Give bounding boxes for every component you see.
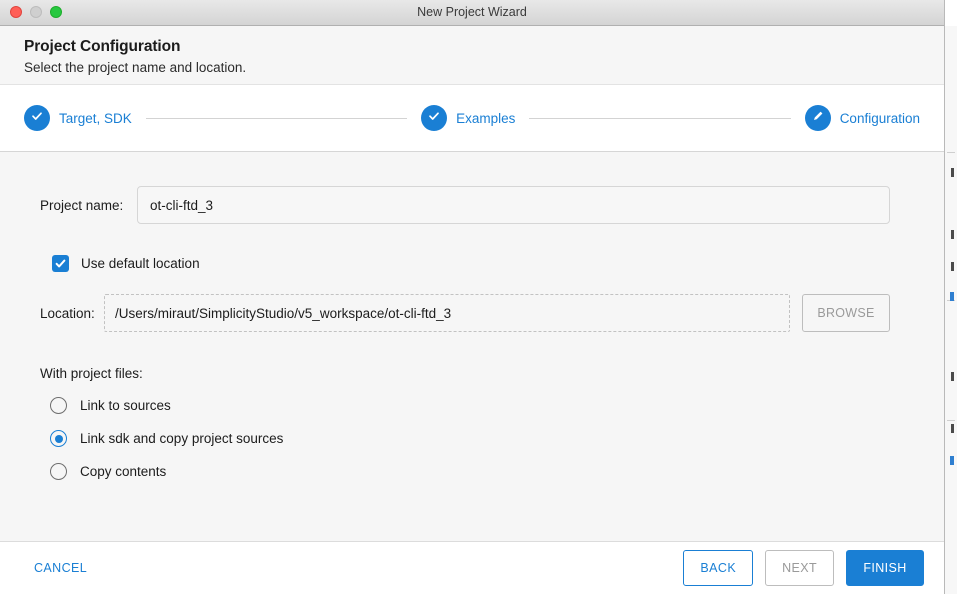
background-line xyxy=(947,420,955,421)
radio-indicator[interactable] xyxy=(50,397,67,414)
step-configuration[interactable]: Configuration xyxy=(804,105,920,131)
background-item xyxy=(951,424,954,433)
background-item xyxy=(951,230,954,239)
page-title: Project Configuration xyxy=(24,38,181,55)
wizard-content: Project name: Use default location Locat… xyxy=(0,152,944,541)
location-input[interactable] xyxy=(104,294,790,332)
wizard-footer: CANCEL BACK NEXT FINISH xyxy=(0,541,944,594)
page-subtitle: Select the project name and location. xyxy=(24,60,247,75)
step-examples[interactable]: Examples xyxy=(421,105,515,131)
step-label: Examples xyxy=(456,110,516,126)
back-button[interactable]: BACK xyxy=(683,550,754,586)
finish-button[interactable]: FINISH xyxy=(846,550,924,586)
project-name-label: Project name: xyxy=(40,197,124,213)
next-button[interactable]: NEXT xyxy=(765,550,834,586)
background-item xyxy=(950,456,954,465)
step-indicator xyxy=(804,105,831,131)
radio-indicator[interactable] xyxy=(50,430,67,447)
background-item xyxy=(951,262,954,271)
check-icon xyxy=(427,109,441,128)
page-header: Project Configuration Select the project… xyxy=(0,26,944,85)
step-label: Configuration xyxy=(839,110,920,126)
radio-copy-contents[interactable]: Copy contents xyxy=(0,463,944,480)
use-default-location-row[interactable]: Use default location xyxy=(0,255,944,272)
radio-label: Link sdk and copy project sources xyxy=(80,431,284,446)
pencil-icon xyxy=(811,109,825,128)
location-label: Location: xyxy=(40,305,95,321)
radio-label: Link to sources xyxy=(80,398,171,413)
with-project-files-label: With project files: xyxy=(40,366,143,381)
wizard-stepper: Target, SDK Examples Configuration xyxy=(0,85,944,152)
step-indicator xyxy=(24,105,50,131)
background-item xyxy=(951,372,954,381)
step-label: Target, SDK xyxy=(59,110,132,126)
step-connector xyxy=(529,117,791,119)
window-titlebar: New Project Wizard xyxy=(0,0,944,26)
radio-link-sdk-and-copy-project-sources[interactable]: Link sdk and copy project sources xyxy=(0,430,944,447)
radio-label: Copy contents xyxy=(80,464,167,479)
check-icon xyxy=(30,109,44,128)
project-name-row: Project name: xyxy=(0,186,944,224)
browse-button[interactable]: BROWSE xyxy=(802,294,890,332)
location-row: Location: BROWSE xyxy=(0,294,944,332)
radio-link-to-sources[interactable]: Link to sources xyxy=(0,397,944,414)
step-indicator xyxy=(421,105,448,131)
radio-selected-dot xyxy=(54,434,63,443)
step-target-sdk[interactable]: Target, SDK xyxy=(24,105,132,131)
use-default-location-label: Use default location xyxy=(81,256,200,271)
background-line xyxy=(947,152,955,153)
new-project-wizard-window: New Project Wizard Project Configuration… xyxy=(0,0,945,594)
background-item xyxy=(950,292,954,301)
project-name-input[interactable] xyxy=(137,186,890,224)
background-item xyxy=(951,168,954,177)
cancel-button[interactable]: CANCEL xyxy=(32,555,89,581)
window-title: New Project Wizard xyxy=(417,5,527,19)
radio-indicator[interactable] xyxy=(50,463,67,480)
step-connector xyxy=(145,117,408,119)
use-default-location-checkbox[interactable] xyxy=(52,255,69,272)
background-window-strip xyxy=(945,26,957,594)
